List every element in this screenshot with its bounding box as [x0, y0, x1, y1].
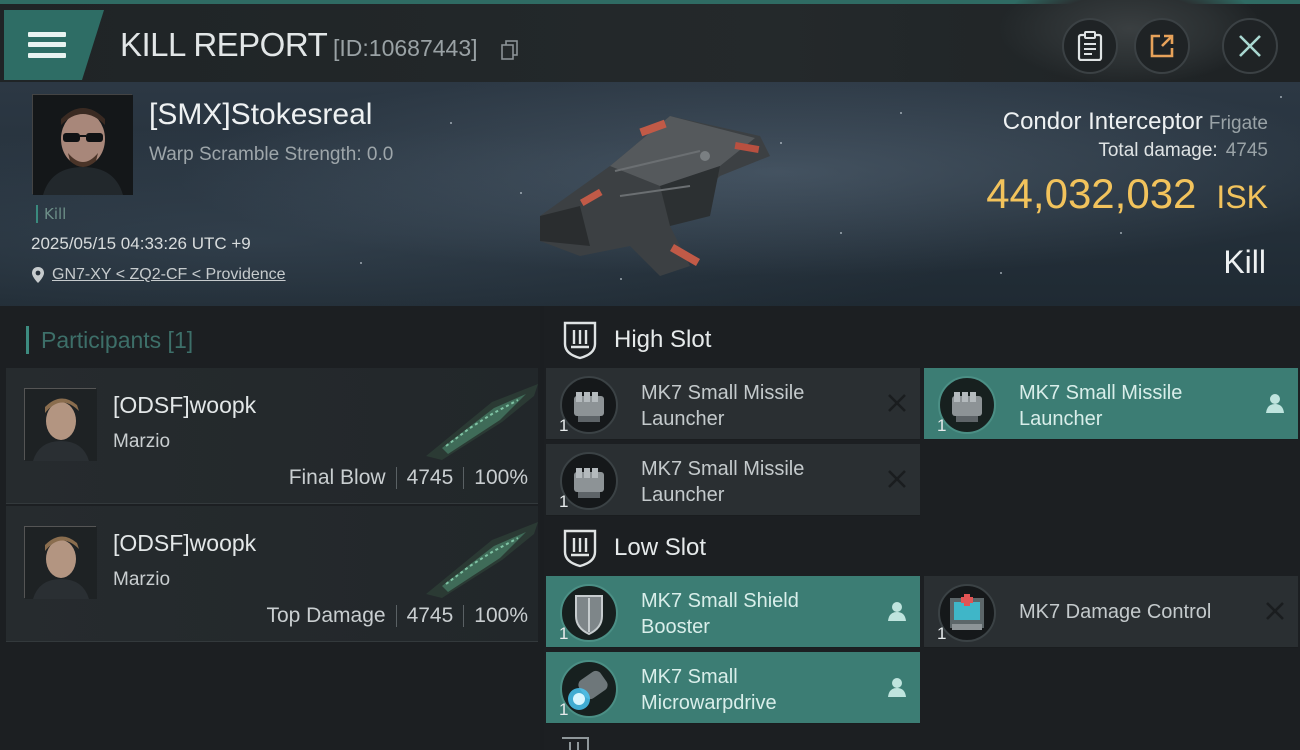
participant-ship: Marzio [113, 431, 171, 452]
module-card[interactable]: 1 MK7 Small Microwarpdrive [546, 652, 920, 724]
participant-ship-image [426, 384, 538, 460]
ship-class: Frigate [1208, 113, 1268, 134]
module-quantity: 1 [937, 416, 947, 435]
module-card[interactable]: 1 MK7 Small Missile Launcher [546, 368, 920, 440]
participant-ship-image [426, 522, 538, 598]
location-link[interactable]: GN7-XY < ZQ2-CF < Providence [52, 266, 286, 284]
kill-result: Kill [1223, 244, 1266, 280]
station-decoration [1000, 0, 1260, 84]
total-damage-label: Total damage: [1098, 140, 1218, 161]
damage-control-icon [938, 584, 996, 642]
module-name: MK7 Small Microwarpdrive [641, 666, 777, 714]
warp-scramble-strength: Warp Scramble Strength: 0.0 [149, 144, 394, 165]
low-slot-icon [563, 529, 597, 568]
high-slot-icon [563, 321, 597, 360]
participants-panel: Participants [1] [ODSF]woopk Marzio Fina… [0, 306, 540, 750]
participant-name[interactable]: [ODSF]woopk [113, 392, 256, 419]
high-slot-header: High Slot [544, 310, 1300, 370]
copy-icon[interactable] [501, 40, 519, 60]
participant-damage: 4745 [406, 604, 454, 627]
module-quantity: 1 [559, 492, 569, 511]
report-id: [ID:10687443] [333, 35, 478, 61]
pilot-icon [888, 602, 906, 621]
ship-type: Condor Interceptor Frigate [1003, 108, 1268, 136]
clipboard-button[interactable] [1062, 18, 1118, 74]
participant-role: Top Damage [266, 604, 386, 627]
victim-summary: [SMX]Stokesreal Warp Scramble Strength: … [0, 82, 1300, 306]
menu-button[interactable] [4, 10, 104, 80]
module-name: MK7 Small Shield Booster [641, 590, 799, 638]
missile-launcher-icon [560, 452, 618, 510]
participant-percent: 100% [474, 466, 528, 489]
destroyed-icon [1266, 602, 1284, 620]
fitting-panel: High Slot 1 MK7 Small Missile Launcher 1… [544, 306, 1300, 750]
low-slot-header: Low Slot [544, 518, 1300, 578]
close-icon [1239, 35, 1261, 57]
next-slot-header-peek [562, 737, 589, 750]
module-name: MK7 Small Missile Launcher [641, 382, 805, 430]
participants-header[interactable]: Participants [1] [26, 326, 193, 354]
participant-avatar[interactable] [24, 526, 97, 599]
top-bar: KILL REPORT [ID:10687443] [0, 0, 1300, 84]
destroyed-icon [888, 394, 906, 412]
module-quantity: 1 [559, 700, 569, 719]
participant-row[interactable]: [ODSF]woopk Marzio Top Damage 4745 100% [6, 506, 538, 642]
participant-row[interactable]: [ODSF]woopk Marzio Final Blow 4745 100% [6, 368, 538, 504]
missile-launcher-icon [938, 376, 996, 434]
module-quantity: 1 [559, 416, 569, 435]
isk-amount: 44,032,032 [986, 170, 1197, 217]
share-button[interactable] [1134, 18, 1190, 74]
module-name: MK7 Small Missile Launcher [1019, 382, 1183, 430]
pilot-icon [888, 678, 906, 697]
kill-location[interactable]: GN7-XY < ZQ2-CF < Providence [31, 266, 286, 284]
participant-percent: 100% [474, 604, 528, 627]
page-title: KILL REPORT [120, 26, 328, 63]
participant-damage: 4745 [406, 466, 454, 489]
low-slot-title: Low Slot [614, 534, 707, 561]
menu-icon [28, 32, 66, 37]
module-name: MK7 Small Missile Launcher [641, 458, 805, 506]
clipboard-icon [1077, 31, 1103, 61]
total-damage: Total damage: 4745 [1098, 140, 1268, 162]
kill-tag: Kill [36, 205, 66, 223]
module-quantity: 1 [937, 624, 947, 643]
module-name: MK7 Damage Control [1019, 601, 1212, 623]
module-card[interactable]: 1 MK7 Small Missile Launcher [924, 368, 1298, 440]
close-button[interactable] [1222, 18, 1278, 74]
shield-booster-icon [560, 584, 618, 642]
participant-stats: Final Blow 4745 100% [289, 466, 528, 490]
share-icon [1150, 34, 1174, 58]
high-slot-title: High Slot [614, 326, 712, 353]
module-card[interactable]: 1 MK7 Small Shield Booster [546, 576, 920, 648]
module-card[interactable]: 1 MK7 Damage Control [924, 576, 1298, 648]
participant-stats: Top Damage 4745 100% [266, 604, 528, 628]
ship-name[interactable]: Condor Interceptor [1003, 108, 1203, 135]
victim-ship-image [540, 116, 770, 276]
isk-value: 44,032,032 ISK [986, 170, 1268, 218]
kill-datetime: 2025/05/15 04:33:26 UTC +9 [31, 234, 251, 253]
isk-unit: ISK [1216, 179, 1268, 215]
victim-name[interactable]: [SMX]Stokesreal [149, 98, 372, 132]
participant-ship: Marzio [113, 569, 171, 590]
microwarpdrive-icon [560, 660, 618, 718]
participant-role: Final Blow [288, 466, 386, 489]
pilot-icon [1266, 394, 1284, 413]
total-damage-value: 4745 [1225, 140, 1268, 161]
module-card[interactable]: 1 MK7 Small Missile Launcher [546, 444, 920, 516]
participant-name[interactable]: [ODSF]woopk [113, 530, 256, 557]
destroyed-icon [888, 470, 906, 488]
location-pin-icon [32, 267, 44, 283]
module-quantity: 1 [559, 624, 569, 643]
participant-avatar[interactable] [24, 388, 97, 461]
missile-launcher-icon [560, 376, 618, 434]
victim-avatar[interactable] [32, 94, 133, 195]
